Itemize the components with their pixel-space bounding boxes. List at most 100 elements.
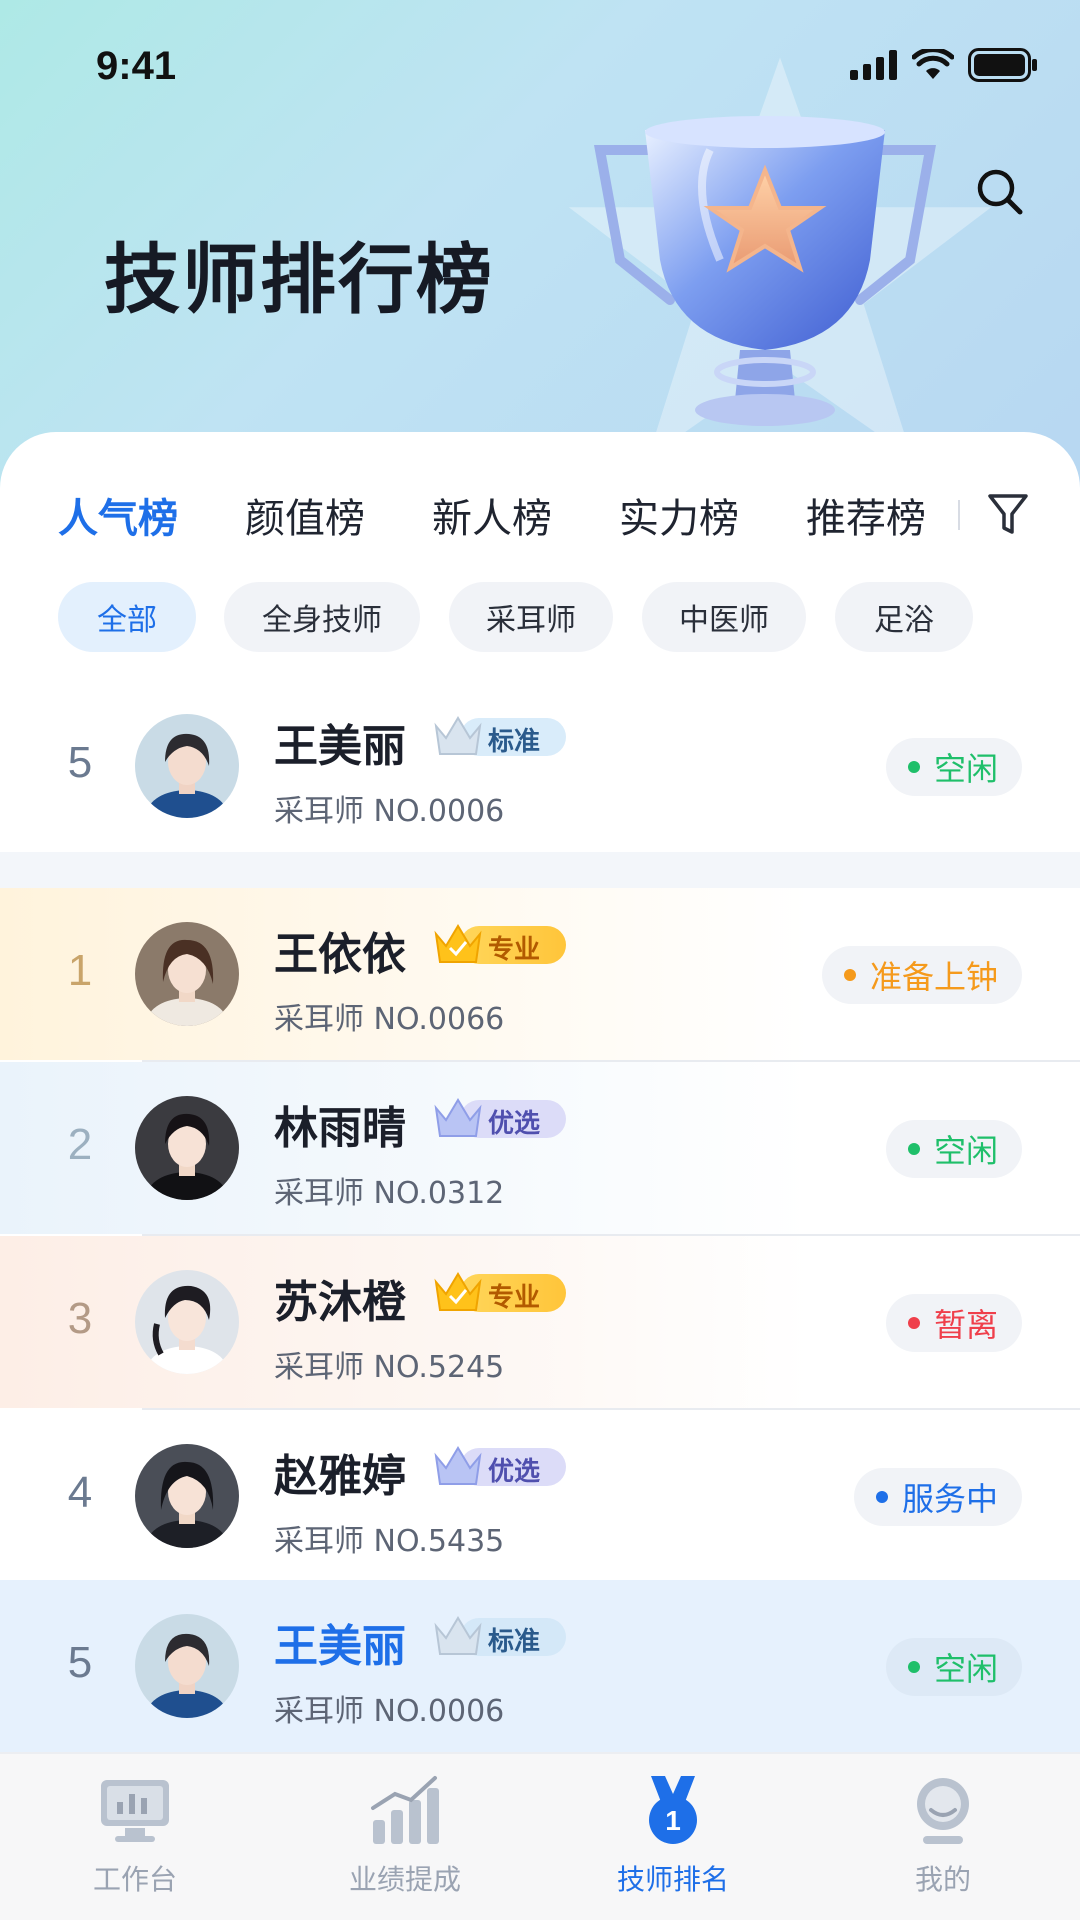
technician-subtitle: 采耳师 NO.0066 [274,1002,505,1037]
ranking-row[interactable]: 3 苏沐橙 专业 采耳师 NO.5245 暂离 [0,1236,1080,1408]
level-badge-label: 优选 [488,1457,541,1487]
tab-recommend[interactable]: 推荐榜 [806,486,926,544]
status-dot [907,1317,920,1329]
technician-name: 赵雅婷 [274,1451,406,1502]
bottom-tab-bar: 工作台 业绩提成 1 技师排名 我的 [0,1752,1080,1920]
level-badge-label: 标准 [488,727,541,757]
ranking-row[interactable]: 4 赵雅婷 优选 采耳师 NO.5435 服务中 [0,1410,1080,1582]
chip-all[interactable]: 全部 [58,582,196,652]
level-badge-label: 专业 [488,935,541,965]
crown-icon [434,1446,482,1485]
status-badge: 服务中 [853,1468,1022,1526]
technician-name: 王美丽 [274,721,406,772]
chip-full-body[interactable]: 全身技师 [224,582,420,652]
tabbar-mine[interactable]: 我的 [843,1772,1043,1912]
rank-number: 2 [67,1120,93,1169]
status-badge: 准备上钟 [821,946,1022,1004]
technician-subtitle: 采耳师 NO.0006 [274,1694,505,1729]
technician-name: 林雨晴 [274,1103,406,1154]
avatar [135,1614,239,1718]
technician-name: 王美丽 [274,1621,406,1672]
status-time: 9:41 [96,44,177,88]
avatar [135,1270,239,1374]
technician-name: 王依依 [274,929,406,980]
avatar [135,922,239,1026]
wifi-icon [912,49,954,79]
medal-icon: 1 [649,1776,697,1844]
tab-divider [958,500,960,530]
level-badge: 优选 [430,1442,566,1488]
chip-ear-cleaner[interactable]: 采耳师 [449,582,613,652]
level-badge: 专业 [430,920,566,966]
technician-subtitle: 采耳师 NO.0312 [274,1176,505,1211]
crown-icon [434,1616,482,1655]
technician-subtitle: 采耳师 NO.5435 [274,1524,505,1559]
ranking-row[interactable]: 2 林雨晴 优选 采耳师 NO.0312 空闲 [0,1062,1080,1234]
chip-foot-bath[interactable]: 足浴 [835,582,973,652]
level-badge: 优选 [430,1094,566,1140]
trophy-icon [594,116,936,426]
tabbar-label: 技师排名 [616,1863,729,1896]
tabbar-performance[interactable]: 业绩提成 [305,1772,505,1912]
tab-newcomer[interactable]: 新人榜 [432,486,552,544]
tabbar-label: 工作台 [92,1863,177,1896]
svg-text:1: 1 [665,1805,681,1836]
tabbar-ranking[interactable]: 1 技师排名 [573,1772,773,1912]
avatar [135,1096,239,1200]
search-icon[interactable] [972,164,1028,220]
level-badge: 标准 [430,1612,566,1658]
crown-icon [434,1098,482,1137]
technician-subtitle: 采耳师 NO.0006 [274,794,505,829]
signal-icon [850,50,897,80]
status-badge: 暂离 [885,1294,1022,1352]
tabbar-label: 我的 [914,1863,971,1896]
crown-icon [434,716,482,755]
status-label: 空闲 [933,1132,998,1170]
status-label: 暂离 [933,1306,998,1344]
rank-number: 1 [67,946,93,995]
ranking-row-self[interactable]: 5 王美丽 标准 采耳师 NO.0006 空闲 [0,1580,1080,1752]
status-dot [843,969,856,981]
section-gap [0,852,1080,888]
status-label: 服务中 [901,1480,998,1518]
level-badge: 专业 [430,1268,566,1314]
ranking-sheet: 人气榜 颜值榜 新人榜 实力榜 推荐榜 全部 全身技师 采耳师 中医师 足浴 5… [0,432,1080,1752]
rank-number: 5 [67,1638,93,1687]
technician-name: 苏沐橙 [274,1277,406,1328]
tab-popularity[interactable]: 人气榜 [58,486,178,544]
tabbar-label: 业绩提成 [348,1863,461,1896]
status-badge: 空闲 [885,1638,1022,1696]
ranking-tabs: 人气榜 颜值榜 新人榜 实力榜 推荐榜 [0,486,1080,566]
my-rank-row[interactable]: 5 王美丽 标准 采耳师 NO.0006 空闲 [0,680,1080,852]
tabbar-workbench[interactable]: 工作台 [35,1772,235,1912]
crown-icon [434,1272,482,1311]
status-icons [850,48,1038,82]
status-label: 空闲 [933,1650,998,1688]
category-chips: 全部 全身技师 采耳师 中医师 足浴 [0,582,1080,654]
status-dot [875,1491,888,1503]
level-badge: 标准 [430,712,566,758]
status-badge: 空闲 [885,1120,1022,1178]
status-dot [907,1661,920,1673]
profile-icon [917,1778,969,1844]
battery-icon [968,48,1037,82]
bar-chart-icon [371,1776,439,1844]
status-badge: 空闲 [885,738,1022,796]
technician-subtitle: 采耳师 NO.5245 [274,1350,505,1385]
ranking-row[interactable]: 1 王依依 专业 采耳师 NO.0066 准备上钟 [0,888,1080,1060]
status-dot [907,1143,920,1155]
rank-number: 3 [67,1294,93,1343]
crown-icon [434,924,482,963]
tab-looks[interactable]: 颜值榜 [245,486,365,544]
filter-icon[interactable] [986,490,1030,538]
rank-number: 4 [67,1468,93,1517]
rank-number: 5 [67,738,93,787]
status-dot [907,761,920,773]
status-label: 空闲 [933,750,998,788]
status-label: 准备上钟 [869,958,998,996]
monitor-icon [101,1780,169,1842]
page-title: 技师排行榜 [104,235,494,324]
chip-tcm[interactable]: 中医师 [642,582,806,652]
tab-skill[interactable]: 实力榜 [619,486,739,544]
level-badge-label: 专业 [488,1283,541,1313]
